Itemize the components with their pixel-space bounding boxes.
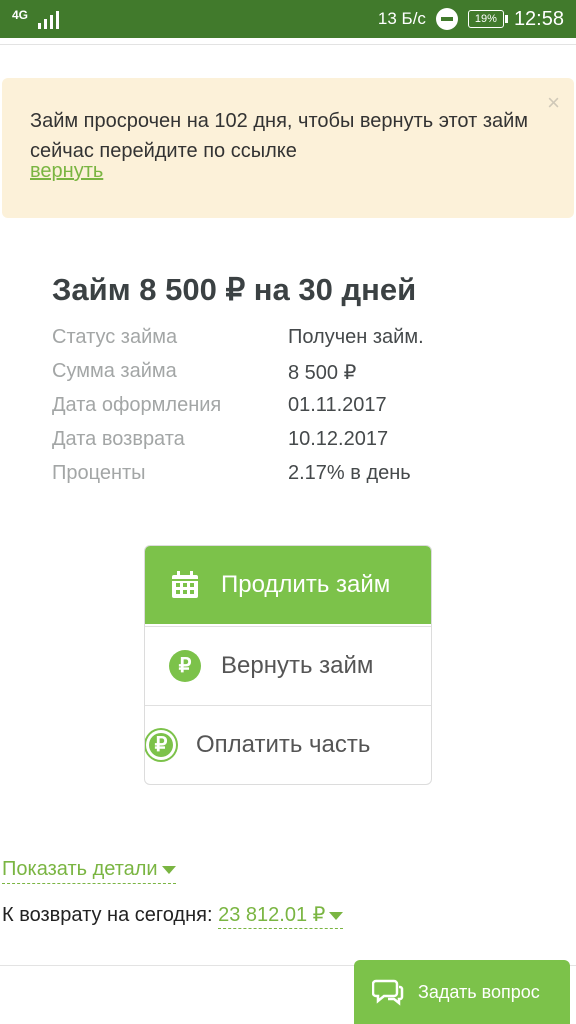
detail-value: 10.12.2017 [288,428,389,450]
status-right: 13 Б/с 19% 12:58 [378,0,564,38]
ruble-icon: ₽ [169,650,201,682]
extend-loan-button[interactable]: Продлить займ [145,546,431,624]
detail-value: 2.17% в день [288,462,411,484]
pay-part-label: Оплатить часть [196,731,371,758]
show-details-label: Показать детали [2,858,158,880]
show-details-toggle[interactable]: Показать детали [2,858,176,884]
network-speed: 13 Б/с [377,9,426,28]
detail-label: Статус займа [52,326,178,348]
repay-today-label: К возврату на сегодня: [2,904,213,926]
network-type: 4G [12,8,29,22]
close-icon[interactable]: × [547,90,560,116]
detail-label: Сумма займа [52,360,177,382]
extend-loan-label: Продлить займ [221,571,391,598]
detail-value: Получен займ. [288,326,424,348]
chevron-down-icon [329,911,344,920]
repay-amount-value: 23 812.01 ₽ [218,904,326,926]
ask-question-button[interactable]: Задать вопрос [354,960,570,1024]
calendar-icon [169,569,201,601]
pay-part-button[interactable]: ₽ Оплатить часть [145,705,431,784]
detail-label: Дата возврата [52,428,185,450]
detail-label: Проценты [52,462,146,484]
repay-loan-label: Вернуть займ [221,652,374,679]
alert-text: Займ просрочен на 102 дня, чтобы вернуть… [30,110,529,162]
loan-title: Займ 8 500 ₽ на 30 дней [52,272,417,307]
signal-icon [38,11,68,29]
alert-repay-link[interactable]: вернуть [30,160,103,183]
do-not-disturb-icon [435,8,458,30]
repay-today: К возврату на сегодня: 23 812.01 ₽ [2,902,344,929]
loan-actions: Продлить займ ₽ Вернуть займ ₽ Оплатить … [144,545,432,785]
top-divider [0,44,576,45]
repay-loan-button[interactable]: ₽ Вернуть займ [145,626,431,705]
detail-value: 8 500 ₽ [288,362,357,384]
ask-question-label: Задать вопрос [418,981,540,1002]
status-bar: 4G 13 Б/с 19% 12:58 [0,0,576,38]
detail-value: 01.11.2017 [288,394,387,416]
repay-amount-dropdown[interactable]: 23 812.01 ₽ [218,904,344,929]
overdue-alert: Займ просрочен на 102 дня, чтобы вернуть… [2,78,574,218]
chevron-down-icon [161,865,176,874]
battery-icon: 19% [467,10,508,28]
ruble-part-icon: ₽ [146,730,176,760]
detail-label: Дата оформления [52,394,222,416]
chat-icon [371,978,404,1006]
clock: 12:58 [513,7,564,30]
